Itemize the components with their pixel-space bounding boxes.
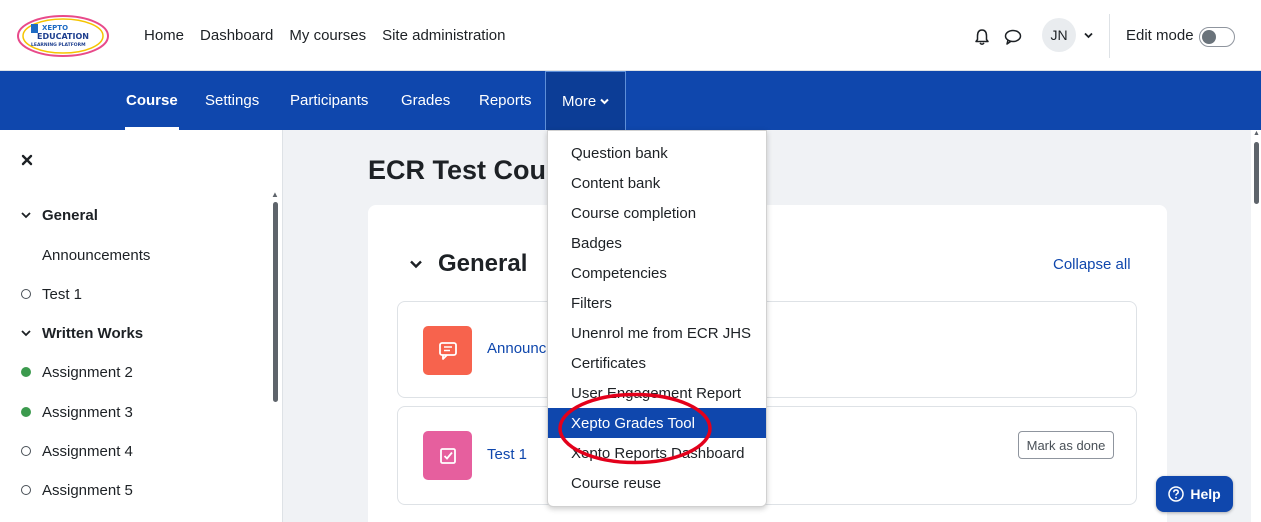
tab-more-label: More <box>562 92 597 110</box>
menu-item-certificates[interactable]: Certificates <box>548 348 766 378</box>
activity-announcements: Announce <box>397 301 1137 398</box>
forum-icon <box>423 326 472 375</box>
page-title: ECR Test Cou <box>368 155 547 185</box>
tab-grades[interactable]: Grades <box>401 71 450 130</box>
menu-item-badges[interactable]: Badges <box>548 228 766 258</box>
course-index-label: Assignment 2 <box>42 363 133 381</box>
tab-settings[interactable]: Settings <box>205 71 259 130</box>
mark-as-done-button[interactable]: Mark as done <box>1018 431 1114 459</box>
collapse-all-link[interactable]: Collapse all <box>1053 256 1131 273</box>
activity-test-1: Test 1 Mark as done <box>397 406 1137 505</box>
menu-item-content-bank[interactable]: Content bank <box>548 168 766 198</box>
question-circle-icon <box>1168 486 1185 502</box>
svg-text:XEPTO: XEPTO <box>42 24 68 32</box>
primary-nav: Home Dashboard My courses Site administr… <box>136 0 514 71</box>
tab-participants[interactable]: Participants <box>290 71 368 130</box>
menu-item-xepto-grades-tool[interactable]: Xepto Grades Tool <box>548 408 766 438</box>
course-index-label: Test 1 <box>42 285 83 303</box>
navbar-divider <box>1109 14 1110 58</box>
more-dropdown-menu: Question bank Content bank Course comple… <box>547 130 767 507</box>
menu-item-course-completion[interactable]: Course completion <box>548 198 766 228</box>
nav-my-courses[interactable]: My courses <box>281 27 374 44</box>
menu-item-user-engagement-report[interactable]: User Engagement Report <box>548 378 766 408</box>
nav-dashboard[interactable]: Dashboard <box>192 27 281 44</box>
course-content-area: ECR Test Cou General Collapse all Announ… <box>283 130 1251 522</box>
edit-mode-toggle[interactable] <box>1199 27 1235 47</box>
quiz-icon <box>423 431 472 480</box>
menu-item-unenrol[interactable]: Unenrol me from ECR JHS <box>548 318 766 348</box>
nav-site-administration[interactable]: Site administration <box>374 27 513 44</box>
user-menu-chevron-down-icon[interactable] <box>1084 31 1093 40</box>
activity-link[interactable]: Announce <box>487 340 555 357</box>
chevron-down-icon[interactable] <box>20 209 32 221</box>
course-index-label: Assignment 5 <box>42 481 133 499</box>
incomplete-circle-icon <box>20 445 32 457</box>
section-header-general[interactable]: General <box>408 250 527 278</box>
menu-item-question-bank[interactable]: Question bank <box>548 138 766 168</box>
section-title: General <box>438 250 528 277</box>
menu-item-course-reuse[interactable]: Course reuse <box>548 468 766 498</box>
page-scroll-up-arrow[interactable]: ▲ <box>1253 130 1260 137</box>
page-scrollbar[interactable]: ▲ <box>1251 130 1261 522</box>
menu-item-filters[interactable]: Filters <box>548 288 766 318</box>
course-index-label: Assignment 4 <box>42 442 133 460</box>
svg-text:EDUCATION: EDUCATION <box>37 32 89 41</box>
tab-course[interactable]: Course <box>125 71 179 130</box>
drawer-scroll-up-arrow[interactable]: ▲ <box>271 190 279 199</box>
xepto-logo[interactable]: XEPTO EDUCATION LEARNING PLATFORM <box>16 14 110 58</box>
course-index-label: General <box>42 206 98 224</box>
course-index-drawer: General Announcements Test 1 Written Wor… <box>0 130 283 522</box>
chevron-down-icon[interactable] <box>408 256 424 272</box>
menu-item-competencies[interactable]: Competencies <box>548 258 766 288</box>
activity-link[interactable]: Test 1 <box>487 446 527 463</box>
course-index-label: Announcements <box>42 246 151 264</box>
user-avatar[interactable]: JN <box>1042 18 1076 52</box>
edit-mode-label: Edit mode <box>1126 27 1194 44</box>
course-secondary-nav: Course Settings Participants Grades Repo… <box>0 71 1261 130</box>
help-button[interactable]: Help <box>1156 476 1233 512</box>
menu-item-xepto-reports-dashboard[interactable]: Xepto Reports Dashboard <box>548 438 766 468</box>
nav-home[interactable]: Home <box>136 27 192 44</box>
drawer-scrollbar[interactable] <box>273 202 278 402</box>
chevron-down-icon[interactable] <box>20 327 32 339</box>
page-scroll-thumb[interactable] <box>1254 142 1259 204</box>
course-index-label: Assignment 3 <box>42 403 133 421</box>
completed-dot-icon <box>20 366 32 378</box>
incomplete-circle-icon <box>20 288 32 300</box>
messages-icon[interactable] <box>1004 29 1022 45</box>
svg-text:LEARNING PLATFORM: LEARNING PLATFORM <box>31 42 86 48</box>
help-label: Help <box>1190 486 1221 502</box>
tab-reports[interactable]: Reports <box>479 71 532 130</box>
incomplete-circle-icon <box>20 484 32 496</box>
user-initials: JN <box>1050 27 1068 43</box>
chevron-down-icon <box>600 98 609 104</box>
tab-more[interactable]: More <box>545 71 626 130</box>
close-drawer-icon[interactable] <box>20 153 34 167</box>
notification-bell-icon[interactable] <box>973 28 991 46</box>
course-index-label: Written Works <box>42 324 144 342</box>
course-sections-card: General Collapse all Announce Test 1 Mar… <box>368 205 1167 522</box>
completed-dot-icon <box>20 406 32 418</box>
